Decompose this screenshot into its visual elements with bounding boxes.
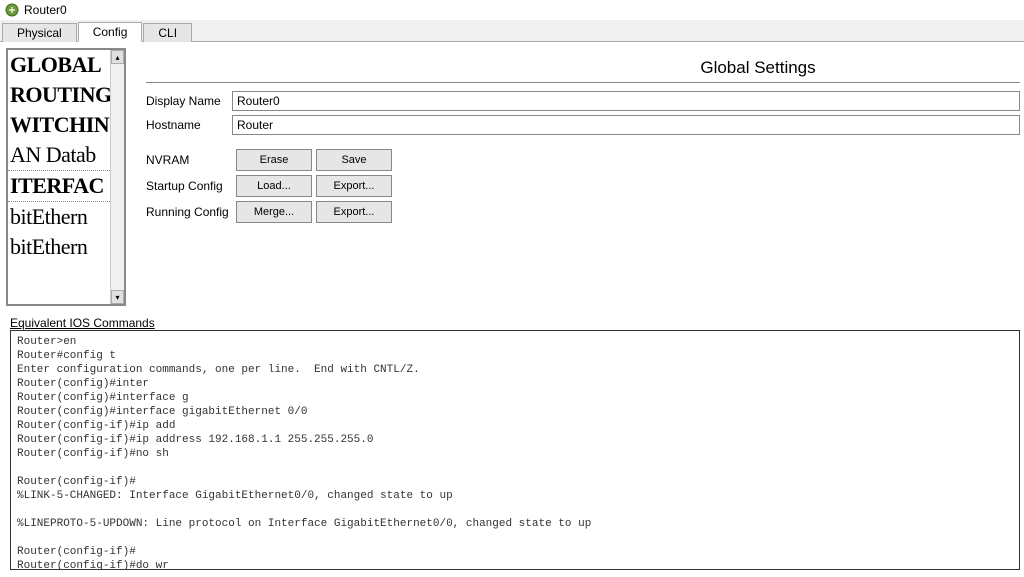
sidebar-item-interface[interactable]: ITERFAC (8, 170, 110, 202)
display-name-input[interactable] (232, 91, 1020, 111)
window-title: Router0 (24, 3, 67, 17)
nvram-label: NVRAM (146, 153, 232, 167)
tab-config[interactable]: Config (78, 22, 143, 42)
load-button[interactable]: Load... (236, 175, 312, 197)
sidebar-item-switching[interactable]: WITCHIN (8, 110, 110, 140)
merge-button[interactable]: Merge... (236, 201, 312, 223)
app-icon (4, 2, 20, 18)
tab-cli[interactable]: CLI (143, 23, 192, 42)
settings-heading: Global Settings (146, 52, 1020, 80)
nvram-row: NVRAM Erase Save (146, 149, 1020, 171)
startup-config-row: Startup Config Load... Export... (146, 175, 1020, 197)
sidebar-item-gigabitethernet1[interactable]: bitEthern (8, 232, 110, 262)
settings-panel: Global Settings Display Name Hostname NV… (126, 42, 1024, 312)
display-name-label: Display Name (146, 94, 232, 108)
sidebar-list: GLOBAL ROUTING WITCHIN AN Datab ITERFAC … (8, 50, 110, 304)
startup-config-label: Startup Config (146, 179, 232, 193)
save-button[interactable]: Save (316, 149, 392, 171)
erase-button[interactable]: Erase (236, 149, 312, 171)
sidebar-scrollbar[interactable]: ▴ ▾ (110, 50, 124, 304)
hostname-row: Hostname (146, 115, 1020, 135)
scroll-track[interactable] (111, 64, 124, 290)
ios-commands-output[interactable]: Router>en Router#config t Enter configur… (10, 330, 1020, 570)
tab-bar: Physical Config CLI (0, 20, 1024, 42)
running-export-button[interactable]: Export... (316, 201, 392, 223)
tab-physical[interactable]: Physical (2, 23, 77, 42)
hostname-input[interactable] (232, 115, 1020, 135)
sidebar-item-vlan-database[interactable]: AN Datab (8, 140, 110, 170)
scroll-down-icon[interactable]: ▾ (111, 290, 124, 304)
running-config-label: Running Config (146, 205, 232, 219)
hostname-label: Hostname (146, 118, 232, 132)
ios-commands-label: Equivalent IOS Commands (10, 316, 1024, 330)
window-titlebar: Router0 (0, 0, 1024, 20)
scroll-up-icon[interactable]: ▴ (111, 50, 124, 64)
sidebar-item-routing[interactable]: ROUTING (8, 80, 110, 110)
workarea: GLOBAL ROUTING WITCHIN AN Datab ITERFAC … (0, 42, 1024, 312)
sidebar-item-gigabitethernet0[interactable]: bitEthern (8, 202, 110, 232)
sidebar-item-global[interactable]: GLOBAL (8, 50, 110, 80)
divider (146, 82, 1020, 83)
sidebar: GLOBAL ROUTING WITCHIN AN Datab ITERFAC … (6, 48, 126, 306)
running-config-row: Running Config Merge... Export... (146, 201, 1020, 223)
display-name-row: Display Name (146, 91, 1020, 111)
startup-export-button[interactable]: Export... (316, 175, 392, 197)
